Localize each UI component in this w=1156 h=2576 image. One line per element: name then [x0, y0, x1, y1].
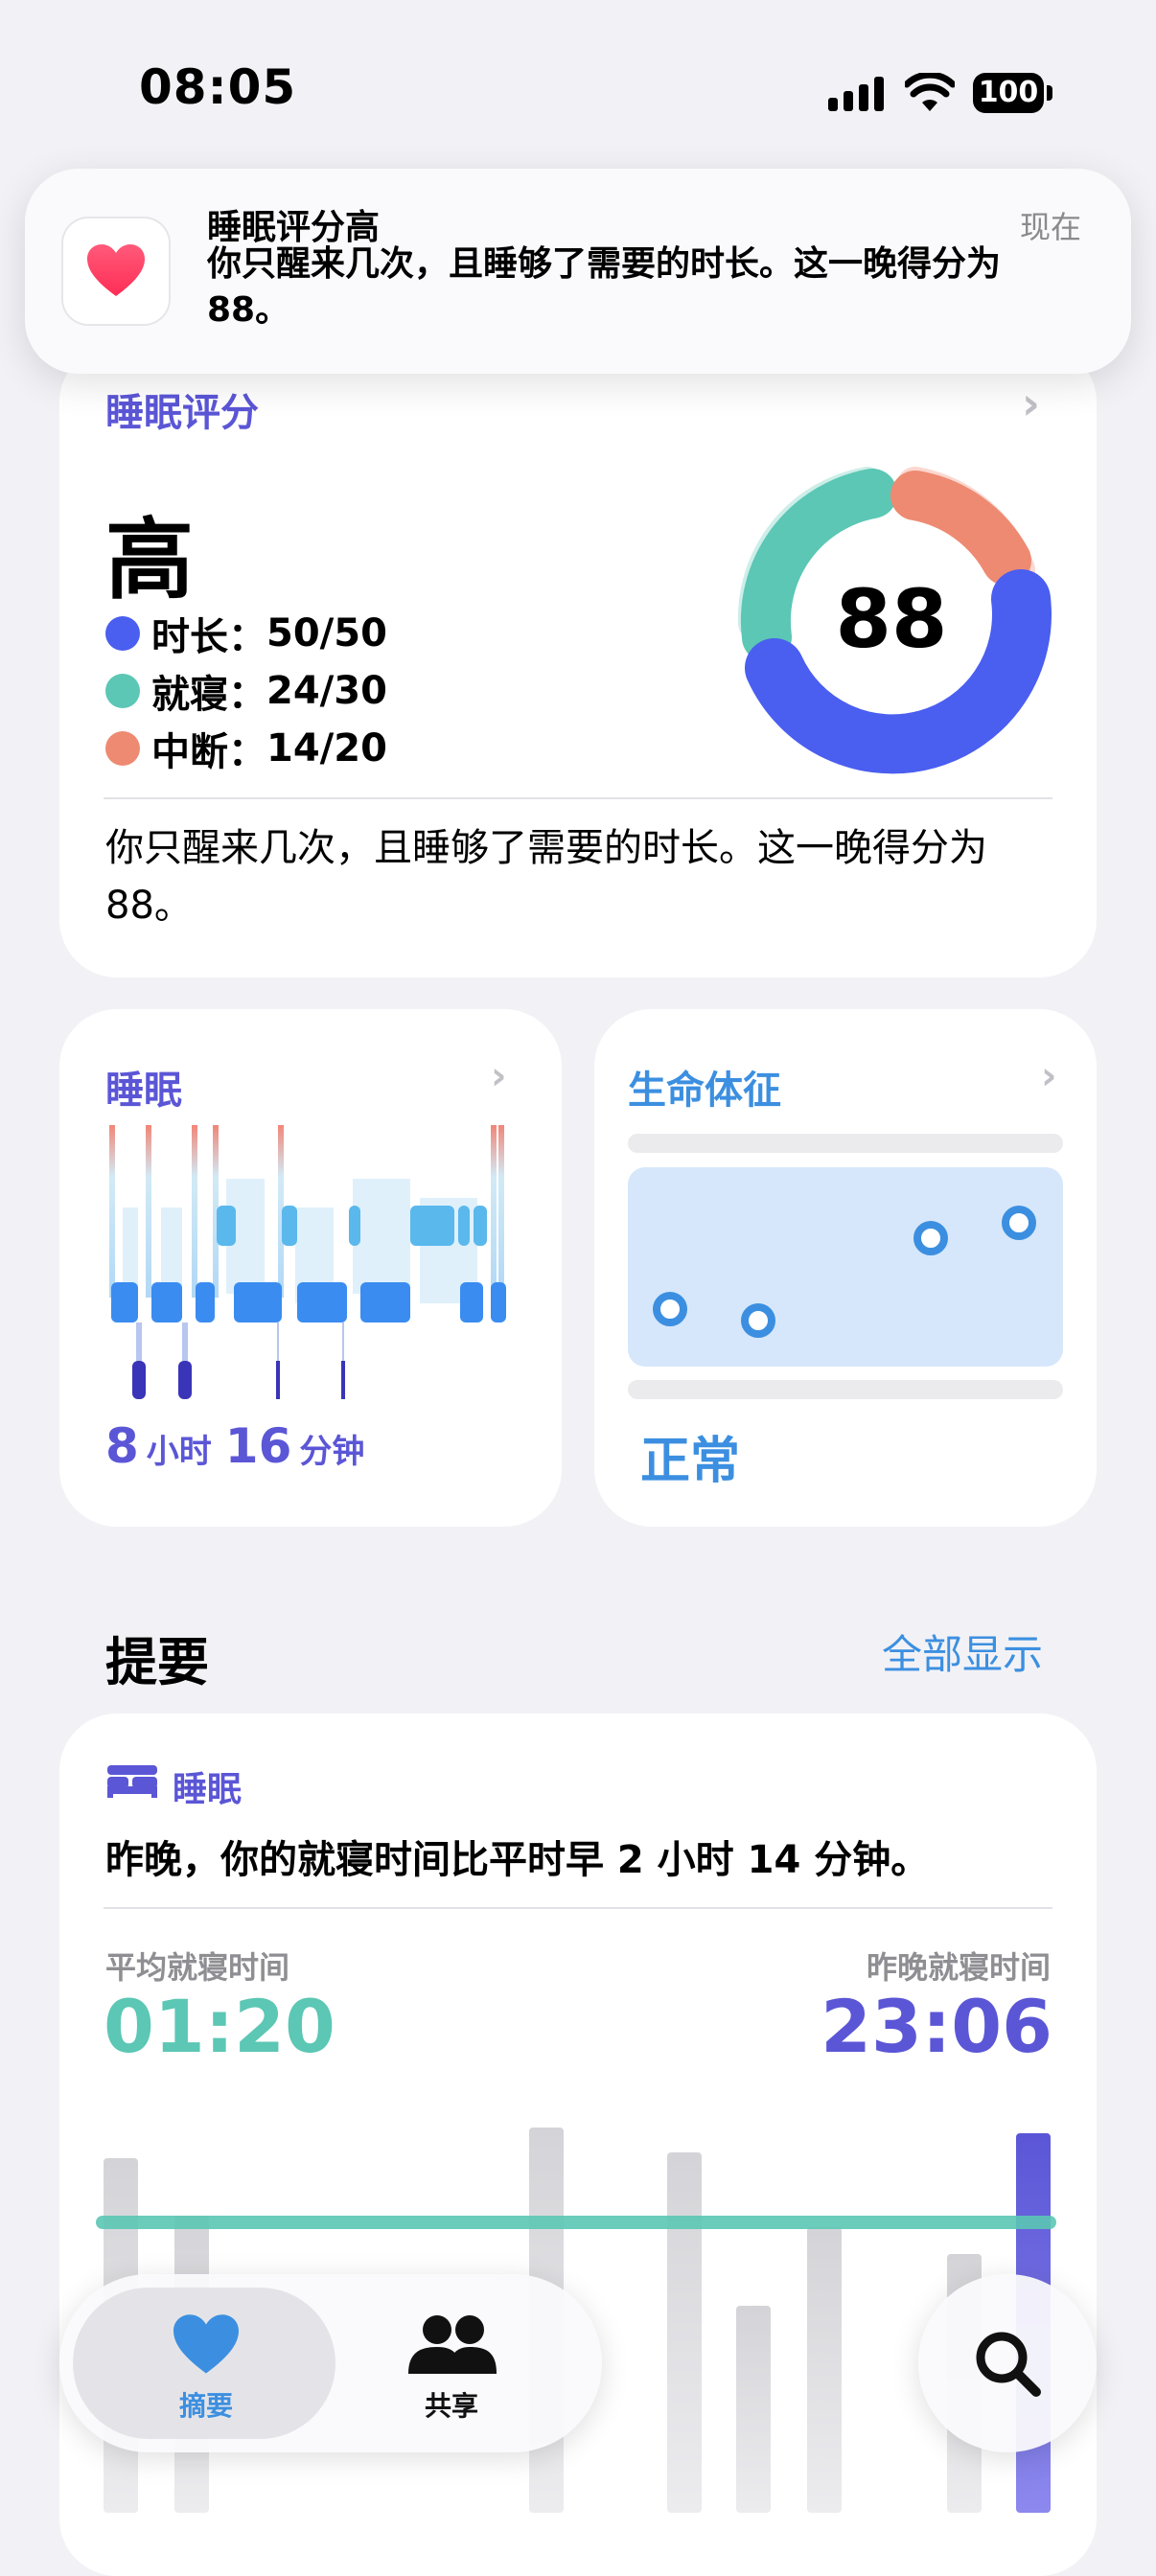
search-icon	[976, 2332, 1041, 2397]
vitals-range-bar-top	[628, 1134, 1063, 1153]
heart-icon	[173, 2314, 239, 2374]
vitals-tile-title[interactable]: 生命体征	[628, 1059, 781, 1115]
sleep-duration: 8 小时 16 分钟	[105, 1418, 364, 1474]
chevron-right-icon[interactable]: ›	[1022, 378, 1040, 429]
duration-dot	[105, 616, 140, 651]
sleep-minutes: 16	[224, 1418, 292, 1474]
people-icon[interactable]	[406, 2312, 498, 2378]
chevron-right-icon[interactable]: ›	[1041, 1054, 1056, 1098]
vitals-points	[653, 1206, 1036, 1338]
sleep-stages-chart	[109, 1125, 506, 1399]
last-bedtime-label: 昨晚就寝时间	[866, 1949, 1051, 1986]
battery-level: 100	[973, 73, 1044, 113]
highlight-headline: 昨晚，你的就寝时间比平时早 2 小时 14 分钟。	[105, 1838, 930, 1882]
legend-bedtime: 就寝： 24/30	[105, 663, 387, 719]
legend-duration: 时长： 50/50	[105, 606, 387, 661]
interruptions-dot	[105, 731, 140, 766]
notification-banner[interactable]: 睡眠评分高 你只醒来几次，且睡够了需要的时长。这一晚得分为88。 现在	[25, 169, 1131, 374]
chart-bar	[807, 2227, 842, 2513]
average-line	[96, 2216, 1056, 2229]
sleep-score-title[interactable]: 睡眠评分	[105, 381, 259, 437]
legend-interruptions-value: 14/20	[266, 726, 387, 770]
avg-bedtime-label: 平均就寝时间	[105, 1949, 290, 1986]
tab-summary-label[interactable]: 摘要	[155, 2385, 257, 2424]
bedtime-dot	[105, 674, 140, 708]
avg-bedtime-value: 01:20	[104, 1984, 335, 2069]
sleep-score-ring: 88	[737, 467, 1052, 774]
health-app-icon	[63, 218, 169, 324]
interruptions-arc	[890, 471, 1031, 586]
highlight-divider	[104, 1907, 1052, 1909]
vitals-range-bar-bottom	[628, 1380, 1063, 1399]
sleep-score-level: 高	[105, 509, 195, 611]
show-all-link[interactable]: 全部显示	[882, 1622, 1043, 1681]
legend-interruptions-label: 中断：	[151, 730, 266, 774]
notification-time: 现在	[1019, 209, 1081, 245]
sleep-hours-unit: 小时	[146, 1433, 212, 1471]
battery-indicator: 100	[973, 73, 1053, 113]
sleep-hours: 8	[105, 1418, 139, 1474]
tab-bar: 摘要 共享	[59, 2274, 602, 2452]
bed-icon	[107, 1765, 157, 1798]
wifi-icon	[905, 73, 955, 111]
chart-bar	[736, 2306, 771, 2513]
score-divider	[104, 797, 1052, 799]
highlights-title: 提要	[105, 1632, 209, 1692]
heart-icon	[87, 244, 145, 296]
legend-duration-value: 50/50	[266, 611, 387, 656]
search-button[interactable]	[918, 2274, 1097, 2452]
sleep-tile-title[interactable]: 睡眠	[105, 1059, 182, 1115]
legend-duration-label: 时长：	[151, 615, 266, 659]
legend-bedtime-value: 24/30	[266, 669, 387, 713]
highlight-category: 睡眠	[173, 1770, 243, 1809]
chevron-right-icon[interactable]: ›	[491, 1054, 506, 1098]
score-value: 88	[836, 572, 948, 666]
legend-bedtime-label: 就寝：	[151, 673, 266, 717]
vitals-status: 正常	[640, 1433, 741, 1490]
tab-sharing-label[interactable]: 共享	[401, 2385, 502, 2424]
status-time: 08:05	[139, 59, 297, 115]
notification-body: 你只醒来几次，且睡够了需要的时长。这一晚得分为88。	[207, 244, 1002, 330]
cellular-signal-icon	[828, 77, 884, 111]
last-bedtime-value: 23:06	[821, 1984, 1052, 2069]
legend-interruptions: 中断： 14/20	[105, 721, 387, 776]
sleep-score-description: 你只醒来几次，且睡够了需要的时长。这一晚得分为88。	[105, 826, 987, 928]
chart-bar	[667, 2152, 702, 2513]
sleep-minutes-unit: 分钟	[299, 1433, 365, 1471]
